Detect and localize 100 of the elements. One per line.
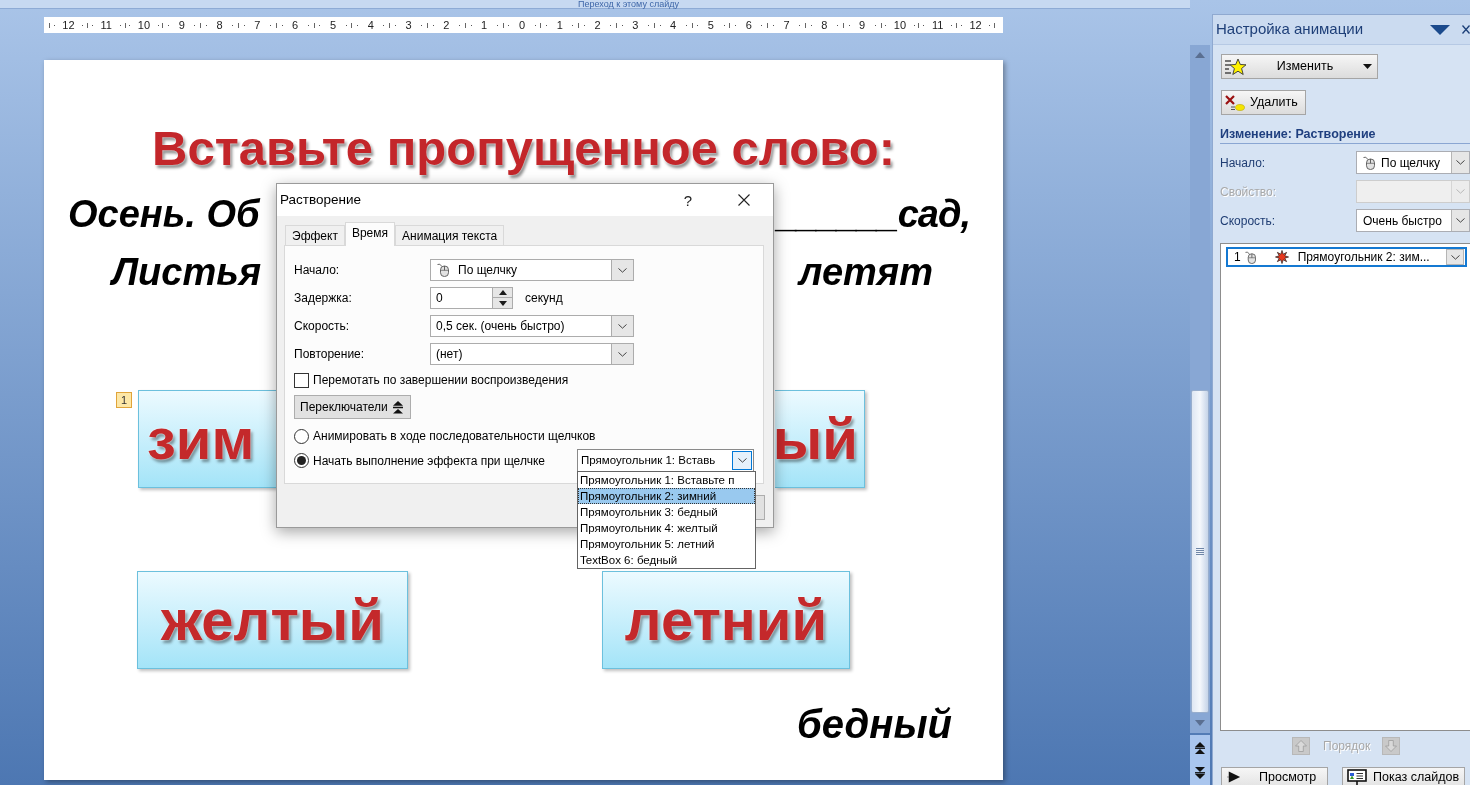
help-button[interactable]: ? [683, 192, 692, 208]
grip-icon [1196, 548, 1204, 555]
chevron-down-icon [1456, 160, 1465, 165]
animation-list-item[interactable]: 1 Прямоугольник 2: зим... [1226, 247, 1467, 267]
move-down-button[interactable] [1382, 737, 1401, 755]
close-icon [1462, 25, 1470, 34]
ruler-number: 8 [216, 19, 223, 31]
ruler-number: 0 [518, 19, 525, 31]
radio-label: Анимировать в ходе последовательности щелчков [313, 428, 596, 445]
pane-menu-button[interactable] [1430, 24, 1450, 35]
poem-text: ______сад, [776, 192, 970, 236]
dropdown-field[interactable]: По щелчку [430, 259, 634, 281]
ruler-number: 3 [405, 19, 412, 31]
field-label: Повторение: [294, 346, 366, 363]
poem-text: Осень. Об [68, 192, 260, 236]
preview-button[interactable]: Просмотр [1221, 767, 1328, 785]
presentation-screen-icon [1347, 769, 1367, 785]
triggers-button[interactable]: Переключатели [294, 395, 411, 419]
property-label: Начало: [1220, 154, 1267, 172]
ruler-number: 5 [707, 19, 714, 31]
dropdown-arrow-button[interactable] [1451, 152, 1469, 173]
dropdown-field[interactable]: 0,5 сек. (очень быстро) [430, 315, 634, 337]
section-title: Изменение: Растворение [1220, 127, 1376, 142]
radio-label: Начать выполнение эффекта при щелчке [313, 452, 545, 470]
ruler-number: 5 [329, 19, 336, 31]
chevron-down-icon [1456, 189, 1465, 194]
property-dropdown[interactable]: Очень быстро [1356, 209, 1470, 232]
ruler-number: 6 [745, 19, 752, 31]
dialog-tab[interactable]: Время [344, 222, 396, 246]
dropdown-arrow-button[interactable] [1446, 249, 1464, 265]
triangle-up-icon [498, 290, 507, 295]
spin-down-button[interactable] [492, 298, 512, 308]
ruler-number: 12 [969, 19, 982, 31]
card-word: ый [772, 410, 858, 468]
dialog-tab[interactable]: Эффект [285, 225, 345, 245]
ruler-number: 2 [443, 19, 450, 31]
triangle-down-icon [498, 300, 507, 306]
radio-button[interactable] [294, 453, 309, 468]
property-label: Скорость: [1220, 212, 1277, 230]
chevron-down-icon [618, 267, 627, 273]
spin-field[interactable]: 0 [430, 287, 513, 309]
effect-order-number: 1 [1234, 249, 1241, 266]
ruler-number: 3 [632, 19, 639, 31]
close-button[interactable] [738, 194, 750, 206]
field-label: Задержка: [294, 290, 353, 307]
dropdown-arrow-button[interactable] [611, 260, 633, 280]
go-to-slide-button[interactable]: Переход к этому слайду [578, 0, 679, 8]
spin-up-button[interactable] [492, 288, 512, 298]
previous-slide-button[interactable] [1190, 735, 1210, 760]
change-effect-button[interactable]: Изменить [1221, 54, 1378, 79]
dropdown-arrow-button[interactable] [1451, 210, 1469, 231]
order-label: Порядок [1323, 738, 1371, 755]
chevron-down-icon [1450, 254, 1460, 260]
mouse-icon [437, 263, 449, 277]
chevron-down-icon [618, 323, 627, 329]
ruler-number: 9 [178, 19, 185, 31]
property-dropdown[interactable]: По щелчку [1356, 151, 1470, 174]
slideshow-button[interactable]: Показ слайдов [1342, 767, 1465, 785]
card-word: летний [624, 591, 828, 649]
arrow-up-icon [1295, 740, 1307, 752]
double-triangle-up-icon [1195, 741, 1205, 754]
dropdown-option[interactable]: Прямоугольник 2: зимний [578, 488, 755, 504]
effect-name: Прямоугольник 2: зим... [1297, 249, 1430, 266]
ruler-number: 10 [893, 19, 907, 31]
triangle-up-icon [1195, 52, 1205, 58]
starburst-icon [1274, 250, 1289, 264]
play-icon [1227, 771, 1241, 783]
radio-button[interactable] [294, 428, 309, 444]
pane-title: Настройка анимации [1216, 19, 1364, 40]
poem-text: летят [798, 250, 933, 294]
ruler-number: 4 [367, 19, 374, 31]
shape-dropdown[interactable]: Прямоугольник 1: Вставь [577, 449, 754, 472]
close-button[interactable] [1462, 25, 1470, 34]
triangle-down-icon [1195, 720, 1205, 726]
chevron-down-icon [618, 351, 627, 357]
field-label: Скорость: [294, 318, 351, 335]
dropdown-arrow-button[interactable] [611, 344, 633, 364]
dropdown-arrow-button[interactable] [732, 451, 752, 470]
ruler-number: 11 [100, 19, 112, 31]
unit-label: секунд [525, 290, 563, 307]
move-up-button[interactable] [1292, 737, 1310, 755]
card-word: желтый [160, 591, 385, 649]
ruler-number: 8 [821, 19, 828, 31]
remove-effect-button[interactable]: Удалить [1221, 90, 1306, 115]
dropdown-field[interactable]: (нет) [430, 343, 634, 365]
scrollbar-thumb[interactable] [1191, 390, 1209, 713]
next-slide-button[interactable] [1190, 760, 1210, 785]
ruler-number: 9 [859, 19, 866, 31]
ruler-number: 4 [670, 19, 677, 31]
chevron-down-icon [1456, 218, 1465, 223]
card-word: зим [147, 410, 255, 468]
ruler-number: 1 [481, 19, 488, 31]
dialog-tab[interactable]: Анимация текста [395, 225, 505, 245]
ruler-number: 10 [137, 19, 151, 31]
dropdown-arrow-button[interactable] [611, 316, 633, 336]
checkbox[interactable] [294, 372, 309, 388]
field-label: Начало: [294, 262, 341, 279]
dialog-title: Растворение [279, 190, 362, 209]
property-label: Свойство: [1220, 183, 1278, 201]
ruler-number: 12 [62, 19, 75, 31]
